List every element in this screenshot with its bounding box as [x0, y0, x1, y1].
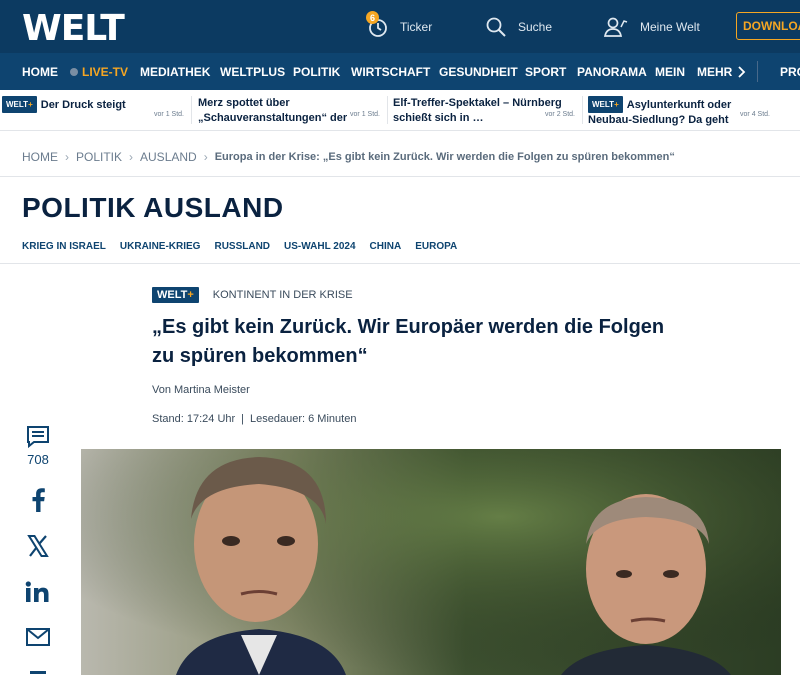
teaser-time: vor 2 Std.	[545, 111, 575, 118]
share-linkedin-button[interactable]	[22, 581, 54, 603]
breadcrumb-current: Europa in der Krise: „Es gibt kein Zurüc…	[214, 151, 675, 163]
nav-item-wirtschaft[interactable]: WIRTSCHAFT	[351, 53, 430, 90]
headline-line: zu spüren bekommen“	[152, 345, 368, 367]
teaser-time: vor 4 Std.	[740, 111, 770, 118]
breadcrumb-ausland[interactable]: AUSLAND	[140, 150, 197, 164]
teaser-title: Merz spottet über „Schauveranstaltungen“…	[198, 97, 348, 124]
search-button[interactable]: Suche	[486, 0, 552, 53]
breadcrumb: HOME › POLITIK › AUSLAND › Europa in der…	[22, 150, 675, 164]
search-icon	[486, 17, 506, 37]
teaser-item[interactable]: Merz spottet über „Schauveranstaltungen“…	[198, 90, 384, 131]
chevron-right-icon: ›	[65, 150, 69, 164]
linkedin-icon	[25, 581, 49, 602]
weltplus-badge: WELT+	[152, 287, 199, 303]
teaser-item[interactable]: Elf-Treffer-Spektakel – Nürnberg schießt…	[393, 90, 579, 131]
ticker-button[interactable]: Ticker	[368, 0, 432, 53]
share-facebook-button[interactable]	[22, 488, 54, 512]
nav-item-mein[interactable]: MEIN	[655, 53, 685, 90]
comment-icon	[27, 426, 49, 449]
meta-separator: |	[241, 413, 245, 425]
teaser-time: vor 1 Std.	[350, 111, 380, 118]
headline-line: „Es gibt kein Zurück. Wir Europäer werde…	[152, 316, 665, 338]
nav-item-politik[interactable]: POLITIK	[293, 53, 340, 90]
comment-count: 708	[27, 452, 49, 467]
mail-icon	[26, 628, 50, 646]
teaser-item[interactable]: WELT+ Asylunterkunft oder Neubau-Siedlung…	[588, 90, 774, 131]
top-bar: WELT Ticker 6 Suche Meine Welt DOWNLOAD	[0, 0, 800, 53]
share-x-button[interactable]	[22, 535, 54, 557]
nav-item-gesundheit[interactable]: GESUNDHEIT	[439, 53, 518, 90]
teaser-title-row: WELT+ Asylunterkunft oder Neubau-Siedlung…	[588, 96, 738, 126]
teaser-item[interactable]: WELT+ Der Druck steigt vor 1 Std.	[2, 90, 188, 131]
nav-item-live-tv[interactable]: LIVE-TV	[70, 53, 128, 90]
teaser-divider	[582, 96, 583, 124]
article-hero-image[interactable]	[81, 449, 781, 675]
article-kicker-row: WELT+ KONTINENT IN DER KRISE	[152, 287, 353, 303]
section-title: POLITIK AUSLAND	[22, 192, 284, 223]
teaser-strip: WELT+ Der Druck steigt vor 1 Std. Merz sp…	[0, 90, 800, 131]
subnav-item[interactable]: KRIEG IN ISRAEL	[22, 241, 106, 252]
nav-item-sport[interactable]: SPORT	[525, 53, 566, 90]
welt-logo[interactable]: WELT	[22, 8, 125, 49]
article-headline: „Es gibt kein Zurück. Wir Europäer werde…	[152, 313, 732, 371]
comments-button[interactable]	[22, 425, 54, 449]
facebook-icon	[32, 488, 45, 512]
nav-item-mediathek[interactable]: MEDIATHEK	[140, 53, 210, 90]
subnav-item[interactable]: RUSSLAND	[214, 241, 270, 252]
nav-item-label: LIVE-TV	[82, 64, 129, 79]
divider	[0, 176, 800, 177]
nav-item-label: MEHR	[697, 64, 733, 79]
x-icon	[27, 535, 49, 557]
nav-item-pro[interactable]: PRO	[780, 53, 800, 90]
main-nav: HOME LIVE-TV MEDIATHEK WELTPLUS POLITIK …	[0, 53, 800, 90]
article-author[interactable]: Von Martina Meister	[152, 384, 250, 396]
subnav-item[interactable]: EUROPA	[415, 241, 457, 252]
article-kicker: KONTINENT IN DER KRISE	[212, 289, 353, 301]
breadcrumb-politik[interactable]: POLITIK	[76, 150, 122, 164]
teaser-divider	[191, 96, 192, 124]
divider	[0, 263, 800, 264]
ticker-label: Ticker	[400, 19, 433, 34]
search-label: Suche	[518, 19, 553, 34]
teaser-divider	[387, 96, 388, 124]
nav-item-home[interactable]: HOME	[22, 53, 58, 90]
share-mail-button[interactable]	[22, 628, 54, 646]
article-read-time: Lesedauer: 6 Minuten	[250, 413, 357, 425]
nav-divider	[757, 61, 758, 82]
weltplus-badge: WELT+	[588, 96, 623, 113]
subnav-item[interactable]: UKRAINE-KRIEG	[120, 241, 201, 252]
account-label: Meine Welt	[640, 19, 700, 34]
teaser-time: vor 1 Std.	[154, 111, 184, 118]
weltplus-badge: WELT+	[2, 96, 37, 113]
account-button[interactable]: Meine Welt	[604, 0, 700, 53]
share-more-button[interactable]	[22, 668, 54, 675]
ticker-count-badge: 6	[366, 11, 379, 24]
nav-item-panorama[interactable]: PANORAMA	[577, 53, 647, 90]
nav-item-mehr[interactable]: MEHR	[697, 53, 746, 90]
chevron-right-icon: ›	[129, 150, 134, 164]
user-icon	[604, 17, 628, 37]
chevron-right-icon: ›	[203, 150, 208, 164]
article-timestamp: Stand: 17:24 Uhr	[152, 413, 236, 425]
teaser-title: Elf-Treffer-Spektakel – Nürnberg schießt…	[393, 97, 562, 124]
live-dot-icon	[70, 67, 78, 76]
download-button[interactable]: DOWNLOAD	[736, 12, 800, 40]
hero-photo-illustration	[81, 449, 781, 675]
more-icon	[30, 671, 46, 674]
article-meta: Stand: 17:24 Uhr | Lesedauer: 6 Minuten	[152, 413, 356, 425]
section-subnav: KRIEG IN ISRAEL UKRAINE-KRIEG RUSSLAND U…	[22, 241, 471, 252]
nav-item-weltplus[interactable]: WELTPLUS	[220, 53, 285, 90]
chevron-right-icon	[738, 65, 746, 78]
subnav-item[interactable]: US-WAHL 2024	[284, 241, 356, 252]
breadcrumb-home[interactable]: HOME	[22, 150, 58, 164]
subnav-item[interactable]: CHINA	[370, 241, 402, 252]
teaser-title: Der Druck steigt	[40, 99, 126, 111]
